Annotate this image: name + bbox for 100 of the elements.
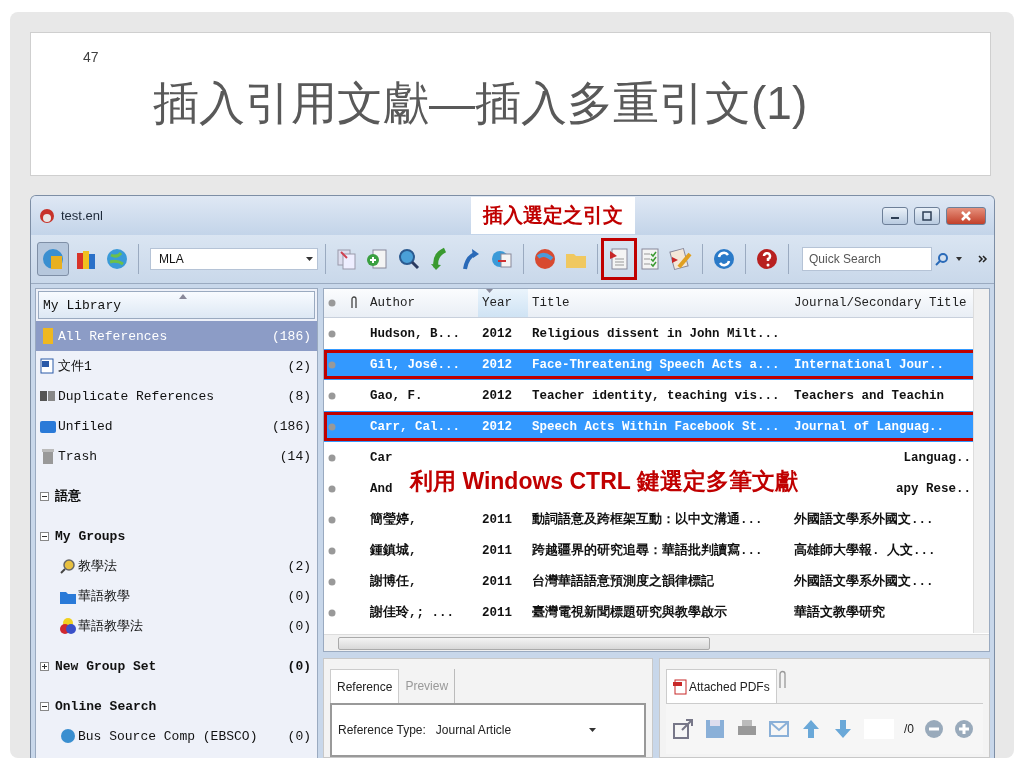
table-cell: 2011 — [482, 543, 512, 558]
item-count: (0) — [287, 728, 311, 744]
new-document-icon — [366, 247, 390, 272]
library-item[interactable]: Bus Source Comp (EBSCO) (0) — [36, 721, 317, 752]
library-item[interactable]: 華語教學 (0) — [36, 581, 317, 612]
expand-icon[interactable] — [40, 661, 49, 671]
checklist-icon — [638, 247, 662, 272]
table-cell: 2012 — [482, 326, 512, 341]
table-cell: 2011 — [482, 605, 512, 620]
sync-icon — [712, 247, 736, 272]
pdf-toolbar-button[interactable] — [704, 718, 726, 741]
column-header[interactable] — [324, 289, 346, 319]
collapse-icon[interactable] — [40, 531, 49, 541]
item-count: (14) — [279, 448, 311, 464]
page-count: /0 — [904, 722, 914, 737]
dot-icon — [328, 391, 336, 400]
item-label: Unfiled — [58, 418, 114, 434]
vertical-scrollbar[interactable] — [973, 289, 989, 634]
table-cell: 動詞語意及跨框架互動：以中文溝通... — [532, 511, 763, 529]
maximize-icon — [922, 210, 932, 221]
table-cell: Journal of Languag.. — [794, 419, 945, 434]
table-cell: 臺灣電視新聞標題研究與教學啟示 — [532, 604, 727, 622]
search-icon — [935, 252, 949, 267]
dot-icon — [328, 608, 336, 617]
table-cell: apy Rese.. — [896, 481, 971, 496]
dot-icon — [328, 422, 336, 431]
table-cell: 2012 — [482, 388, 512, 403]
dot-icon — [328, 299, 336, 308]
library-header-label: My Library — [43, 297, 121, 313]
collapse-icon[interactable] — [40, 701, 49, 711]
save-icon — [704, 718, 726, 741]
close-icon — [960, 210, 972, 221]
dot-icon — [328, 546, 336, 555]
item-label: Duplicate References — [58, 388, 216, 404]
minimize-button[interactable] — [882, 206, 908, 225]
table-cell: Hudson, B... — [370, 326, 460, 341]
table-cell: Car — [370, 450, 393, 465]
column-header[interactable]: Year — [478, 289, 528, 319]
table-cell: Gao, F. — [370, 388, 423, 403]
table-cell: 2012 — [482, 419, 512, 434]
item-label: Online Search — [55, 698, 158, 714]
trash-icon — [40, 448, 56, 465]
zoom-button[interactable] — [954, 719, 974, 740]
table-cell: 2012 — [482, 357, 512, 372]
table-cell: 外國語文學系外國文... — [794, 573, 934, 591]
library-item[interactable]: Trash (14) — [36, 441, 317, 472]
style-dropdown[interactable]: MLA — [150, 248, 318, 271]
group-heading[interactable]: New Group Set (0) — [36, 651, 317, 682]
group-heading[interactable]: My Groups — [36, 521, 317, 552]
table-cell: 高雄師大學報. 人文... — [794, 542, 936, 560]
folder-icon — [40, 418, 56, 435]
page-number: 47 — [83, 49, 99, 65]
dot-icon — [328, 515, 336, 524]
item-count: (8) — [287, 388, 311, 404]
item-label: 教學法 — [78, 558, 118, 576]
group-heading[interactable]: 語意 — [36, 481, 317, 512]
table-cell: 謝博任, — [370, 573, 417, 591]
column-header[interactable]: Journal/Secondary Title — [790, 289, 973, 319]
callout-tooltip: 插入選定之引文 — [471, 197, 635, 235]
library-item[interactable]: 文件1 (2) — [36, 351, 317, 382]
up-arrow-icon — [800, 718, 822, 741]
library-item[interactable]: Unfiled (186) — [36, 411, 317, 442]
dot-icon — [328, 484, 336, 493]
item-label: 華語教學法 — [78, 618, 144, 636]
table-row[interactable]: 謝博任, 2011 台灣華語語意預測度之韻律標記 外國語文學系外國文... — [324, 566, 973, 598]
pdf-toolbar-button[interactable] — [672, 718, 694, 741]
chevron-icon[interactable] — [978, 255, 988, 264]
column-header[interactable]: Title — [528, 289, 790, 319]
maximize-button[interactable] — [914, 206, 940, 225]
library-item[interactable]: Duplicate References (8) — [36, 381, 317, 412]
group-heading[interactable]: Online Search — [36, 691, 317, 722]
column-header[interactable]: Author — [366, 289, 478, 319]
table-cell: Carr, Cal... — [370, 419, 460, 434]
table-cell: 外國語文學系外國文... — [794, 511, 934, 529]
library-item[interactable]: 華語教學法 (0) — [36, 611, 317, 642]
dot-icon — [328, 360, 336, 369]
table-row[interactable]: Gao, F. 2012 Teacher identity, teaching vis... Teachers and Teachin — [324, 380, 973, 412]
table-row[interactable]: 謝佳玲,; ... 2011 臺灣電視新聞標題研究與教學啟示 華語文教學研究 — [324, 597, 973, 629]
table-cell: Teachers and Teachin — [794, 388, 945, 403]
item-label: New Group Set — [55, 658, 158, 674]
table-row[interactable]: 鍾鎮城, 2011 跨越疆界的研究追尋：華語批判讀寫... 高雄師大學報. 人文... — [324, 535, 973, 567]
table-cell: Speech Acts Within Facebook St... — [532, 419, 780, 434]
quick-search-field[interactable]: Quick Search — [802, 247, 932, 272]
item-label: 華語教學 — [78, 588, 131, 606]
item-count: (2) — [287, 558, 311, 574]
pane-tab[interactable]: Reference — [330, 669, 400, 704]
table-row[interactable]: 簡瑩婷, 2011 動詞語意及跨框架互動：以中文溝通... 外國語文學系外國文... — [324, 504, 973, 536]
slide-title: 插入引用文獻—插入多重引文(1) — [153, 76, 808, 131]
library-item[interactable]: 教學法 (2) — [36, 551, 317, 582]
table-row[interactable]: Hudson, B... 2012 Religious dissent in John Milt... — [324, 318, 973, 350]
collapse-icon[interactable] — [40, 491, 49, 501]
pane-tab[interactable]: Attached PDFs — [666, 669, 777, 704]
item-label: All References — [58, 328, 169, 344]
table-cell: And — [370, 481, 393, 496]
window-title: test.enl — [61, 208, 103, 224]
close-button[interactable] — [946, 206, 986, 225]
horizontal-scrollbar[interactable] — [324, 634, 989, 652]
scroll-thumb[interactable] — [338, 637, 710, 651]
zoom-button[interactable] — [924, 719, 944, 740]
pdf-toolbar-button[interactable] — [800, 718, 822, 741]
